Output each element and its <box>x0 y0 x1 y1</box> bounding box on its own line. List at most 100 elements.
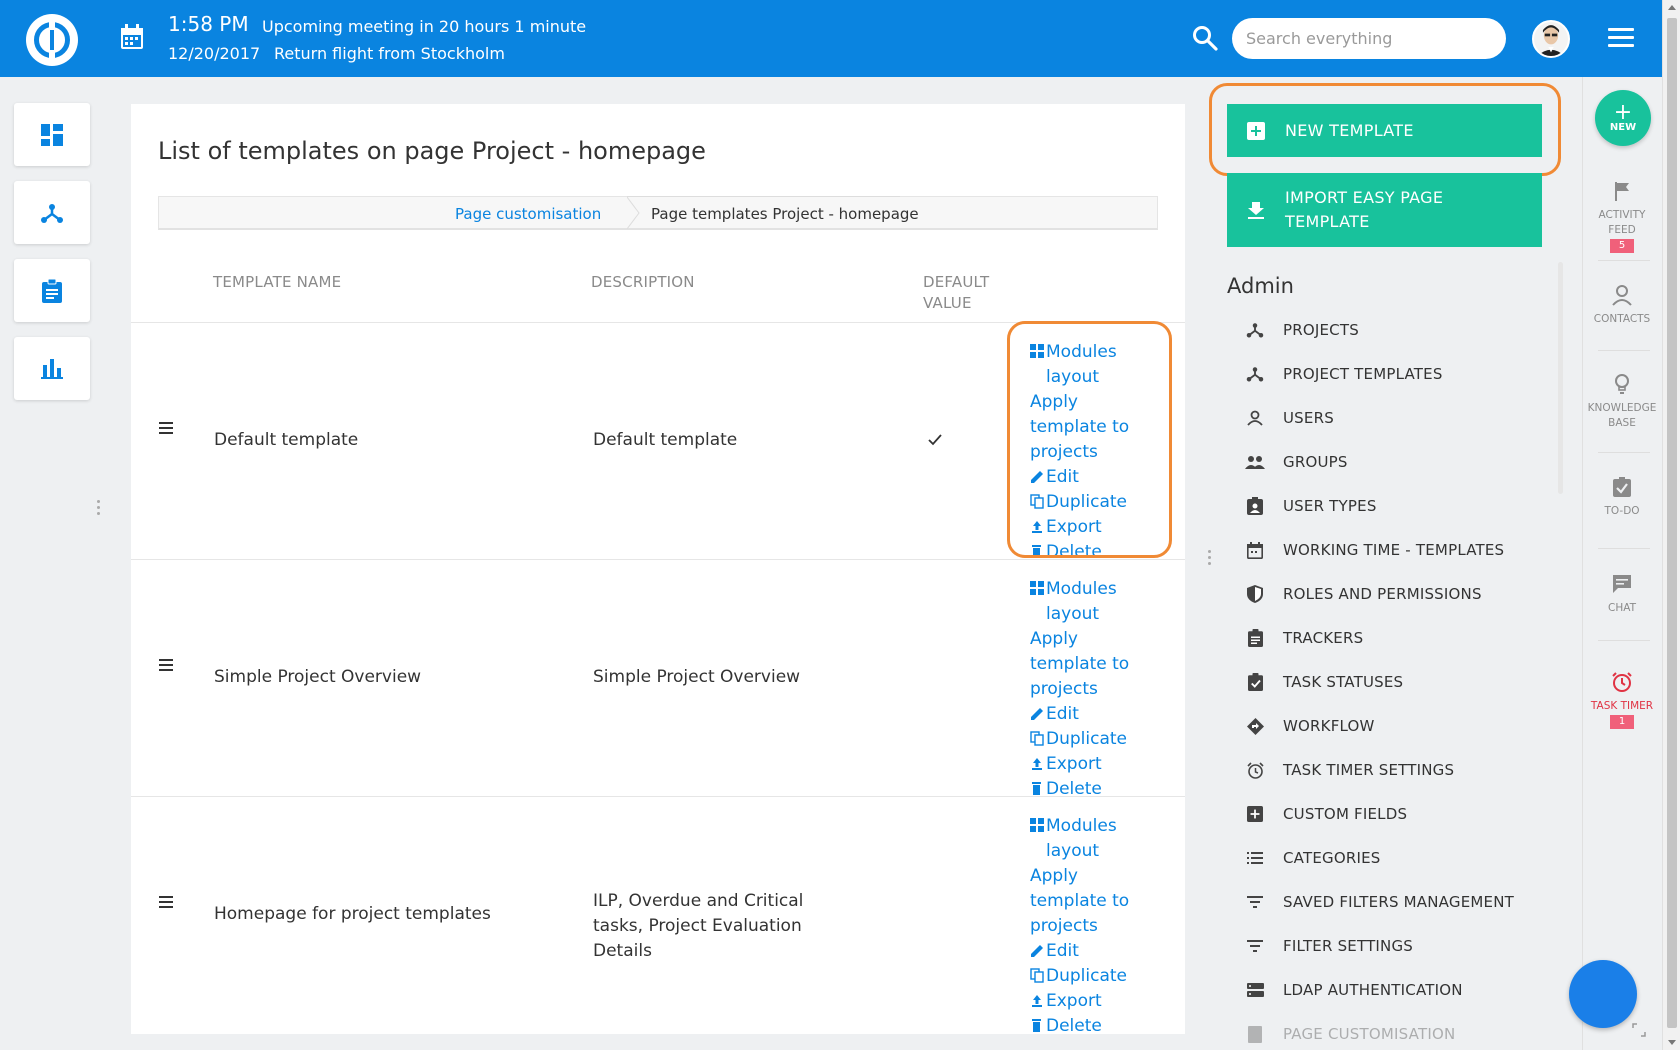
admin-item-categories[interactable]: CATEGORIES <box>1227 836 1557 880</box>
rail-task-timer[interactable]: TASK TIMER 1 <box>1582 671 1662 729</box>
import-easy-page-template-button[interactable]: IMPORT EASY PAGE TEMPLATE <box>1227 173 1542 247</box>
apply-template-link[interactable]: Apply template to projects <box>1030 627 1160 702</box>
admin-item-saved-filters-management[interactable]: SAVED FILTERS MANAGEMENT <box>1227 880 1557 924</box>
user-icon <box>1612 285 1632 306</box>
top-bar: 1:58 PM 12/20/2017 Upcoming meeting in 2… <box>0 0 1662 77</box>
pencil-icon <box>1031 708 1043 720</box>
user-icon <box>1247 410 1263 426</box>
template-description: Default template <box>593 430 738 450</box>
row-drag-handle-icon[interactable] <box>159 659 173 671</box>
scroll-up-icon[interactable] <box>1668 5 1676 10</box>
project-tree-icon <box>1246 323 1264 338</box>
duplicate-icon <box>1030 968 1044 983</box>
column-header-template-name[interactable]: TEMPLATE NAME <box>213 272 341 293</box>
admin-item-custom-fields[interactable]: CUSTOM FIELDS <box>1227 792 1557 836</box>
template-description: ILP, Overdue and Critical tasks, Project… <box>593 891 804 961</box>
rail-chat[interactable]: CHAT <box>1582 573 1662 616</box>
clipboard-icon <box>42 278 62 303</box>
column-header-default-value[interactable]: DEFAULT VALUE <box>923 272 1013 314</box>
scrollbar-thumb[interactable] <box>1667 18 1677 1028</box>
edit-link[interactable]: Edit <box>1030 702 1160 727</box>
actions-highlight-annotation <box>1007 321 1172 558</box>
sidebar-dashboard-button[interactable] <box>14 103 90 166</box>
chat-launcher-button[interactable] <box>1569 960 1637 1028</box>
modules-layout-link[interactable]: Modules layout <box>1030 814 1160 864</box>
clipboard-icon <box>1247 629 1263 647</box>
duplicate-link[interactable]: Duplicate <box>1030 727 1160 752</box>
page-scrollbar[interactable] <box>1662 0 1680 1050</box>
new-item-button[interactable]: + NEW <box>1595 90 1651 146</box>
export-link[interactable]: Export <box>1030 989 1160 1014</box>
admin-item-ldap-authentication[interactable]: LDAP AUTHENTICATION <box>1227 968 1557 1012</box>
sidebar-projects-button[interactable] <box>14 181 90 244</box>
rail-todo[interactable]: TO-DO <box>1582 476 1662 519</box>
modules-grid-icon <box>1030 818 1044 832</box>
admin-item-page-customisation[interactable]: PAGE CUSTOMISATION <box>1227 1012 1557 1043</box>
delete-link[interactable]: Delete <box>1030 1014 1160 1034</box>
column-header-description[interactable]: DESCRIPTION <box>591 272 695 293</box>
apply-template-link[interactable]: Apply template to projects <box>1030 864 1160 939</box>
row-drag-handle-icon[interactable] <box>159 422 173 434</box>
sidebar-tasks-button[interactable] <box>14 259 90 322</box>
sidebar-reports-button[interactable] <box>14 337 90 400</box>
server-icon <box>1246 983 1264 997</box>
hamburger-menu-icon[interactable] <box>1608 28 1634 48</box>
export-link[interactable]: Export <box>1030 752 1160 777</box>
trash-icon <box>1032 782 1041 795</box>
trash-icon <box>1032 1019 1041 1032</box>
admin-item-user-types[interactable]: USER TYPES <box>1227 484 1557 528</box>
rail-knowledge-base[interactable]: KNOWLEDGE BASE <box>1582 373 1662 431</box>
upcoming-meeting-link[interactable]: Upcoming meeting in 20 hours 1 minute <box>262 17 586 36</box>
template-description: Simple Project Overview <box>593 667 801 687</box>
admin-item-roles-and-permissions[interactable]: ROLES AND PERMISSIONS <box>1227 572 1557 616</box>
default-check-icon <box>928 434 942 446</box>
templates-panel: List of templates on page Project - home… <box>131 104 1185 1034</box>
row-drag-handle-icon[interactable] <box>159 896 173 908</box>
admin-item-users[interactable]: USERS <box>1227 396 1557 440</box>
clipboard-check-icon <box>1247 673 1263 691</box>
task-timer-count-badge: 1 <box>1609 715 1635 729</box>
app-logo-icon[interactable] <box>26 14 78 66</box>
activity-count-badge: 5 <box>1609 239 1635 253</box>
admin-menu: PROJECTS PROJECT TEMPLATES USERS GROUPS … <box>1227 308 1557 1043</box>
calendar-icon[interactable] <box>120 24 144 50</box>
scroll-down-icon[interactable] <box>1668 1040 1676 1045</box>
plus-box-icon <box>1247 806 1263 822</box>
admin-item-filter-settings[interactable]: FILTER SETTINGS <box>1227 924 1557 968</box>
admin-panel-scrollbar[interactable] <box>1558 262 1563 494</box>
delete-link[interactable]: Delete <box>1030 777 1160 802</box>
search-icon[interactable] <box>1192 25 1218 51</box>
list-icon <box>1247 852 1263 864</box>
modules-layout-link[interactable]: Modules layout <box>1030 577 1160 627</box>
admin-item-projects[interactable]: PROJECTS <box>1227 308 1557 352</box>
breadcrumb-page-customisation-link[interactable]: Page customisation <box>455 205 601 223</box>
duplicate-link[interactable]: Duplicate <box>1030 964 1160 989</box>
expand-icon[interactable] <box>1632 1023 1646 1037</box>
admin-item-project-templates[interactable]: PROJECT TEMPLATES <box>1227 352 1557 396</box>
admin-item-groups[interactable]: GROUPS <box>1227 440 1557 484</box>
admin-item-workflow[interactable]: WORKFLOW <box>1227 704 1557 748</box>
upcoming-flight-link[interactable]: Return flight from Stockholm <box>274 44 505 63</box>
edit-link[interactable]: Edit <box>1030 939 1160 964</box>
admin-item-task-timer-settings[interactable]: TASK TIMER SETTINGS <box>1227 748 1557 792</box>
project-tree-icon <box>41 203 63 223</box>
search-input[interactable] <box>1232 18 1506 59</box>
modules-grid-icon <box>1030 581 1044 595</box>
sidebar-resize-handle[interactable] <box>97 500 101 518</box>
pencil-icon <box>1031 945 1043 957</box>
page-title: List of templates on page Project - home… <box>158 137 706 165</box>
rail-activity-feed[interactable]: ACTIVITY FEED 5 <box>1582 180 1662 253</box>
filter-icon <box>1247 896 1263 908</box>
breadcrumb-separator-icon <box>627 197 640 229</box>
page-icon <box>1248 1025 1262 1043</box>
user-avatar[interactable] <box>1532 20 1570 58</box>
current-date: 12/20/2017 <box>168 44 261 63</box>
breadcrumb: Page customisation Page templates Projec… <box>158 196 1158 230</box>
admin-item-trackers[interactable]: TRACKERS <box>1227 616 1557 660</box>
group-icon <box>1245 456 1265 469</box>
panel-resize-handle[interactable] <box>1208 550 1212 568</box>
admin-item-working-time-templates[interactable]: WORKING TIME - TEMPLATES <box>1227 528 1557 572</box>
plus-icon: + <box>1613 99 1633 125</box>
rail-contacts[interactable]: CONTACTS <box>1582 284 1662 327</box>
admin-item-task-statuses[interactable]: TASK STATUSES <box>1227 660 1557 704</box>
